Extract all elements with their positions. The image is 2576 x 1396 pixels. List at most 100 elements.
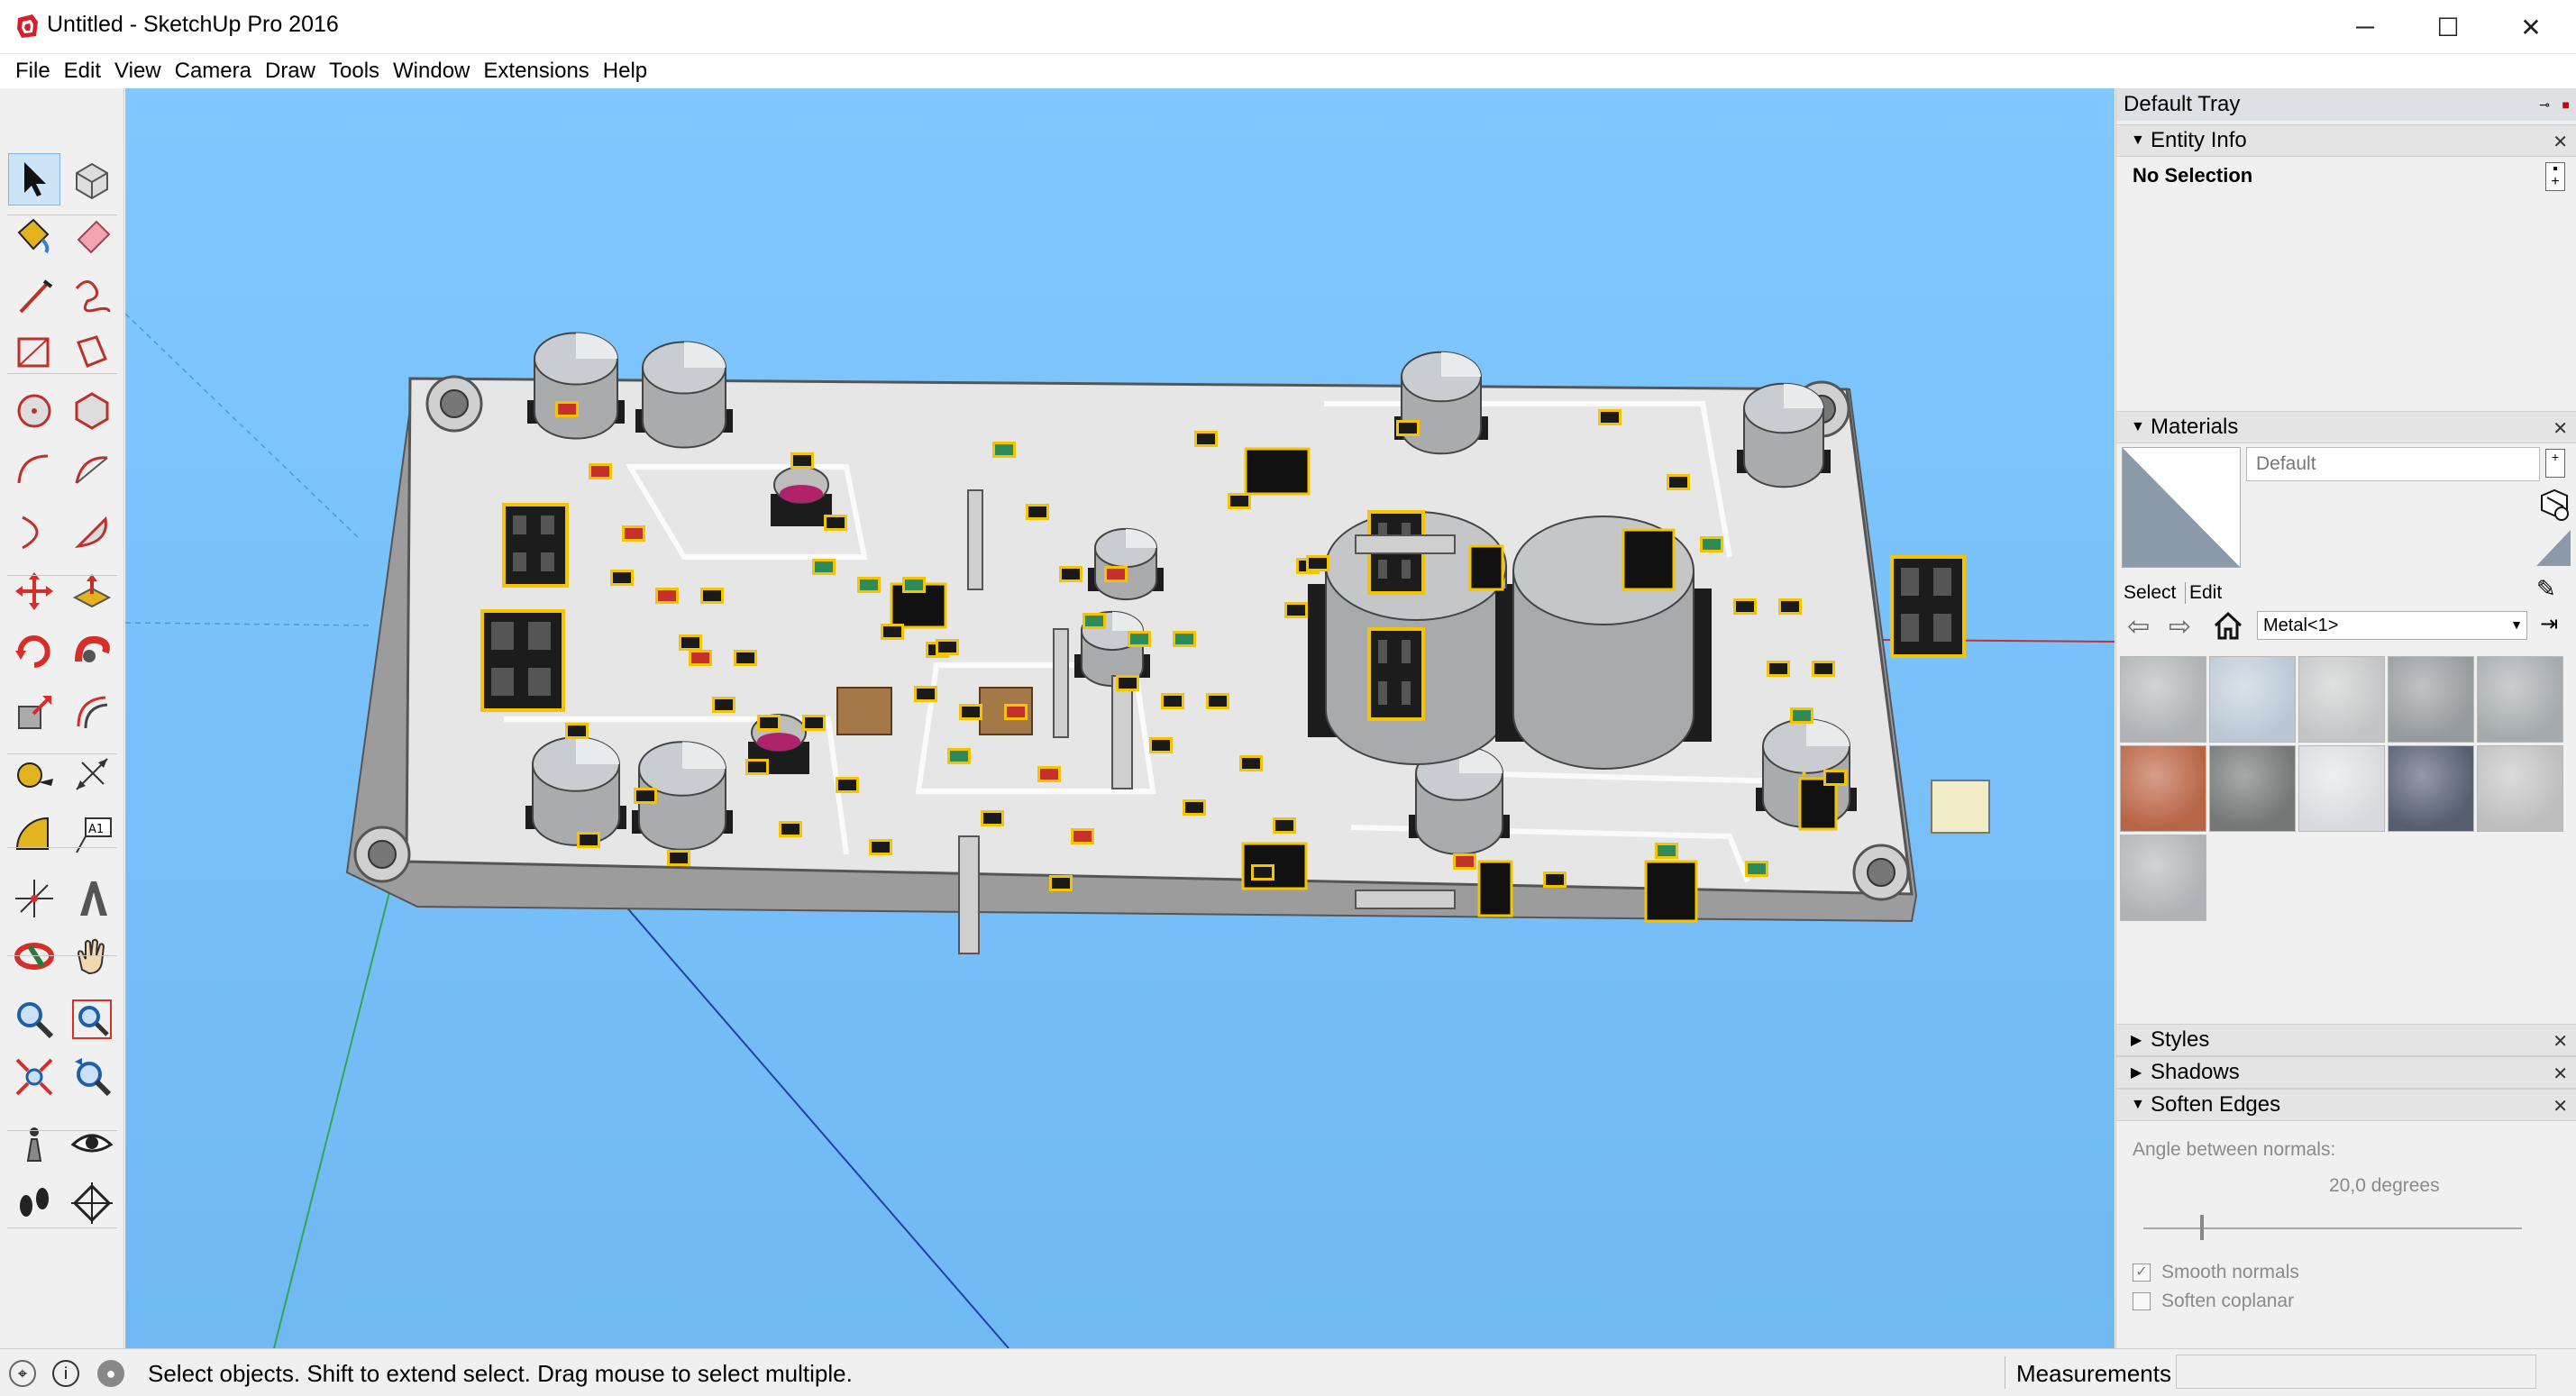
paint-bucket-tool[interactable] xyxy=(8,209,60,261)
materials-select-tab[interactable]: Select xyxy=(2124,582,2176,604)
eraser-tool[interactable] xyxy=(66,209,118,261)
menu-help[interactable]: Help xyxy=(597,59,653,84)
section-plane-tool[interactable] xyxy=(66,1177,118,1229)
tray-close-icon[interactable]: ■ xyxy=(2562,97,2570,112)
menu-tools[interactable]: Tools xyxy=(323,59,386,84)
menu-draw[interactable]: Draw xyxy=(259,59,322,84)
sample-paint-icon[interactable] xyxy=(2536,530,2571,566)
menu-view[interactable]: View xyxy=(108,59,168,84)
minimize-button[interactable]: ─ xyxy=(2324,0,2407,54)
two-point-arc-tool[interactable] xyxy=(66,443,118,496)
smd-component xyxy=(1119,678,1137,689)
zoom-tool[interactable] xyxy=(8,993,60,1045)
home-icon[interactable] xyxy=(2212,609,2244,642)
freehand-tool[interactable] xyxy=(66,270,118,323)
panel-close-icon[interactable]: ✕ xyxy=(2553,1063,2568,1085)
arc-tool[interactable] xyxy=(8,443,60,496)
circle-tool[interactable] xyxy=(8,385,60,437)
move-tool[interactable] xyxy=(8,565,60,617)
menu-extensions[interactable]: Extensions xyxy=(477,59,595,84)
measurements-input[interactable] xyxy=(2176,1355,2536,1389)
back-arrow-icon[interactable]: ⇦ xyxy=(2127,611,2150,643)
credits-icon[interactable]: i xyxy=(52,1360,79,1387)
material-swatch[interactable] xyxy=(2209,656,2296,743)
entity-info-header[interactable]: ▼ Entity Info ✕ xyxy=(2116,124,2576,157)
close-button[interactable]: ✕ xyxy=(2489,0,2572,54)
material-name-field[interactable]: Default xyxy=(2246,447,2540,481)
smooth-normals-checkbox[interactable]: ✓ xyxy=(2133,1264,2151,1282)
forward-arrow-icon[interactable]: ⇨ xyxy=(2169,611,2191,643)
offset-tool[interactable] xyxy=(66,687,118,739)
material-swatch[interactable] xyxy=(2120,835,2206,921)
pcb-model-scene[interactable] xyxy=(125,88,2115,1348)
panel-close-icon[interactable]: ✕ xyxy=(2553,131,2568,153)
line-tool[interactable] xyxy=(8,270,60,323)
user-account-icon[interactable]: ● xyxy=(97,1360,124,1387)
panel-close-icon[interactable]: ✕ xyxy=(2553,417,2568,440)
3d-viewport[interactable] xyxy=(125,88,2115,1348)
rectangle-tool[interactable] xyxy=(8,326,60,379)
material-swatch[interactable] xyxy=(2209,745,2296,832)
expand-triangle-icon: ▶ xyxy=(2131,1065,2142,1081)
ic-chip xyxy=(1244,447,1311,496)
previous-view-tool[interactable] xyxy=(66,1051,118,1103)
materials-header[interactable]: ▼ Materials ✕ xyxy=(2116,411,2576,443)
scale-tool[interactable] xyxy=(8,687,60,739)
menu-file[interactable]: File xyxy=(9,59,57,84)
create-material-icon[interactable] xyxy=(2536,487,2571,521)
panel-close-icon[interactable]: ✕ xyxy=(2553,1095,2568,1118)
material-swatch[interactable] xyxy=(2388,745,2474,832)
menu-window[interactable]: Window xyxy=(387,59,476,84)
circle-icon xyxy=(17,394,51,428)
soften-edges-header[interactable]: ▼ Soften Edges ✕ xyxy=(2116,1089,2576,1121)
walk-tool[interactable] xyxy=(8,1177,60,1229)
shadows-header[interactable]: ▶ Shadows ✕ xyxy=(2116,1056,2576,1089)
axes-tool[interactable] xyxy=(8,872,60,925)
material-library-select[interactable]: Metal<1> ▼ xyxy=(2257,611,2527,640)
pan-tool[interactable] xyxy=(66,930,118,982)
rotate-tool[interactable] xyxy=(8,625,60,678)
tape-measure-tool[interactable] xyxy=(8,748,60,800)
push-pull-tool[interactable] xyxy=(66,565,118,617)
dimension-tool[interactable] xyxy=(66,748,118,800)
smd-component xyxy=(748,762,766,772)
text-tool[interactable]: A1 xyxy=(66,809,118,862)
smd-component xyxy=(995,444,1013,455)
panel-close-icon[interactable]: ✕ xyxy=(2553,1030,2568,1053)
3d-text-tool[interactable] xyxy=(66,872,118,925)
position-camera-tool[interactable] xyxy=(8,1118,60,1170)
polygon-tool[interactable] xyxy=(66,385,118,437)
orbit-tool[interactable] xyxy=(8,930,60,982)
details-arrow-icon[interactable]: ⇥ xyxy=(2540,611,2567,638)
menu-camera[interactable]: Camera xyxy=(169,59,258,84)
material-swatch[interactable] xyxy=(2477,656,2563,743)
pin-icon[interactable]: ⊸ xyxy=(2539,97,2550,113)
material-swatch[interactable] xyxy=(2120,656,2206,743)
materials-edit-tab[interactable]: Edit xyxy=(2185,582,2222,604)
make-component-tool[interactable] xyxy=(66,153,118,205)
follow-me-tool[interactable] xyxy=(66,625,118,678)
three-point-arc-tool[interactable] xyxy=(8,506,60,559)
angle-slider-thumb[interactable] xyxy=(2200,1215,2204,1240)
zoom-window-tool[interactable] xyxy=(66,993,118,1045)
material-swatch[interactable] xyxy=(2388,656,2474,743)
material-swatch[interactable] xyxy=(2120,745,2206,832)
material-swatch[interactable] xyxy=(2298,745,2385,832)
zoom-extents-tool[interactable] xyxy=(8,1051,60,1103)
styles-header[interactable]: ▶ Styles ✕ xyxy=(2116,1024,2576,1056)
material-swatch[interactable] xyxy=(2298,656,2385,743)
details-toggle-icon[interactable]: + xyxy=(2545,449,2565,478)
maximize-button[interactable]: ☐ xyxy=(2407,0,2489,54)
protractor-tool[interactable] xyxy=(8,809,60,862)
material-swatch[interactable] xyxy=(2477,745,2563,832)
geo-location-icon[interactable]: ⌖ xyxy=(9,1360,36,1387)
look-around-tool[interactable] xyxy=(66,1118,118,1170)
pie-tool[interactable] xyxy=(66,506,118,559)
eyedropper-icon[interactable]: ✎ xyxy=(2536,575,2567,606)
details-toggle-icon[interactable]: ▪ + xyxy=(2545,162,2565,191)
select-tool[interactable] xyxy=(8,153,60,205)
window-title: Untitled - SketchUp Pro 2016 xyxy=(47,12,339,37)
soften-coplanar-checkbox[interactable] xyxy=(2133,1292,2151,1310)
menu-edit[interactable]: Edit xyxy=(58,59,107,84)
rotated-rectangle-tool[interactable] xyxy=(66,326,118,379)
